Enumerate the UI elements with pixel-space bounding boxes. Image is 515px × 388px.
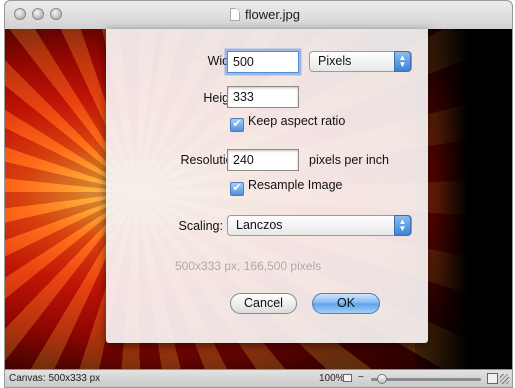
fit-zoom-icon[interactable] (343, 374, 352, 382)
unit-popup-value: Pixels (318, 54, 352, 68)
close-window-button[interactable] (14, 8, 26, 20)
width-input[interactable] (227, 51, 299, 73)
resample-image-label: Resample Image (248, 178, 343, 192)
minimize-window-button[interactable] (32, 8, 44, 20)
resize-grip-icon[interactable] (500, 374, 509, 384)
window-title: flower.jpg (245, 7, 300, 22)
height-input[interactable] (227, 86, 299, 108)
zoom-out-icon[interactable]: − (358, 372, 364, 383)
pixel-summary: 500x333 px, 166,500 pixels (175, 259, 322, 273)
resolution-unit-label: pixels per inch (309, 153, 389, 167)
zoom-window-button[interactable] (50, 8, 62, 20)
scaling-popup-value: Lanczos (236, 218, 283, 232)
ok-button[interactable]: OK (312, 293, 380, 314)
scaling-label: Scaling: (178, 219, 223, 233)
resize-image-sheet: Width: Pixels ▲▼ Height: ✔Keep aspect ra… (106, 29, 428, 343)
popup-stepper-icon: ▲ ▼ (394, 51, 411, 72)
image-window: flower.jpg Width: Pixels ▲▼ Height: ✔Kee… (4, 0, 513, 388)
cancel-button[interactable]: Cancel (230, 293, 297, 314)
zoom-level: 100% (319, 373, 345, 384)
keep-aspect-ratio-label: Keep aspect ratio (248, 114, 346, 128)
keep-aspect-ratio-checkbox[interactable]: ✔ Keep aspect ratio (230, 114, 345, 132)
title-bar[interactable]: flower.jpg (5, 1, 512, 30)
zoom-slider-knob[interactable] (377, 374, 387, 384)
canvas-size-info: Canvas: 500x333 px (9, 373, 101, 384)
resolution-input[interactable] (227, 149, 299, 171)
checkmark-icon: ✔ (230, 182, 244, 196)
document-icon[interactable] (230, 8, 240, 21)
actual-size-icon[interactable] (487, 373, 498, 384)
checkmark-icon: ✔ (230, 118, 244, 132)
scaling-popup[interactable]: Lanczos ▲ ▼ (227, 215, 412, 236)
zoom-slider[interactable] (371, 378, 481, 381)
resample-image-checkbox[interactable]: ✔ Resample Image (230, 178, 343, 196)
popup-stepper-icon: ▲ ▼ (394, 215, 411, 236)
unit-popup[interactable]: Pixels ▲ ▼ (309, 51, 412, 72)
status-bar: Canvas: 500x333 px 100% − (5, 369, 512, 387)
